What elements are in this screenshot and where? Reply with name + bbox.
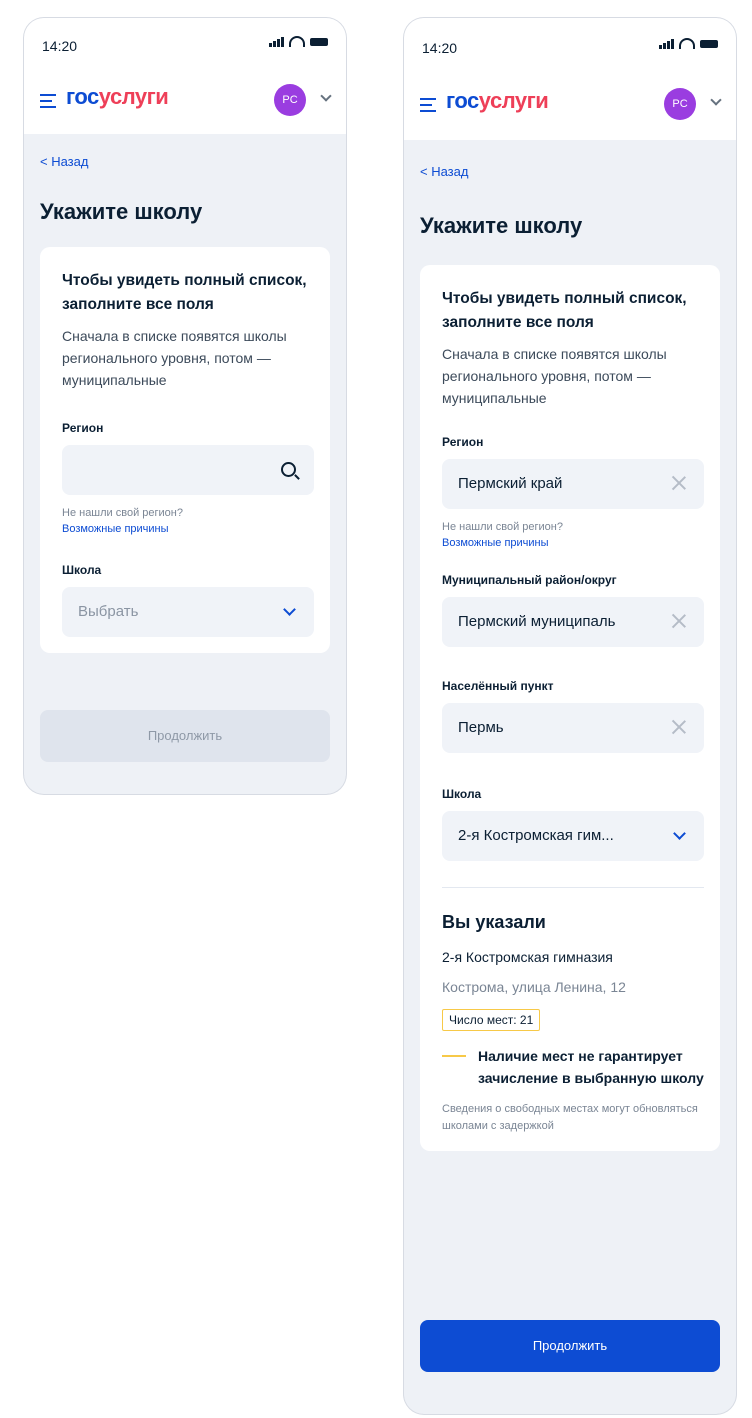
avatar[interactable]: PC bbox=[664, 88, 696, 120]
form-card: Чтобы увидеть полный список, заполните в… bbox=[40, 247, 330, 653]
page-title: Укажите школу bbox=[40, 199, 203, 224]
school-label: Школа bbox=[62, 563, 102, 577]
clear-icon[interactable] bbox=[670, 612, 688, 630]
menu-icon[interactable] bbox=[420, 98, 436, 116]
chevron-down-icon[interactable] bbox=[710, 94, 722, 106]
page-title: Укажите школу bbox=[420, 213, 583, 238]
gosuslugi-logo[interactable]: госуслуги bbox=[446, 88, 549, 114]
possible-reasons-link[interactable]: Возможные причины bbox=[62, 523, 314, 535]
continue-button-disabled[interactable]: Продолжить bbox=[40, 710, 330, 762]
card-title: Чтобы увидеть полный список, заполните в… bbox=[62, 272, 307, 313]
region-label: Регион bbox=[62, 421, 104, 435]
divider bbox=[442, 887, 704, 888]
back-link[interactable]: < Назад bbox=[40, 154, 346, 169]
clear-icon[interactable] bbox=[670, 718, 688, 736]
chevron-down-icon[interactable] bbox=[673, 827, 686, 840]
gosuslugi-logo[interactable]: госуслуги bbox=[66, 84, 169, 110]
municipal-input[interactable]: Пермский муниципаль bbox=[442, 597, 704, 647]
card-subtitle: Сначала в списке появятся школы регионал… bbox=[442, 346, 667, 406]
top-bar: 14:20 госуслуги PC bbox=[404, 18, 736, 140]
wifi-icon bbox=[679, 38, 695, 49]
search-icon[interactable] bbox=[281, 462, 296, 477]
region-label: Регион bbox=[442, 435, 484, 449]
avatar[interactable]: PC bbox=[274, 84, 306, 116]
seats-note: Сведения о свободных местах могут обновл… bbox=[442, 1103, 698, 1132]
seats-badge: Число мест: 21 bbox=[442, 1009, 541, 1031]
region-hint: Не нашли свой регион? bbox=[442, 521, 563, 533]
phone-screen-empty: 14:20 госуслуги PC < Назад Укажите школу… bbox=[24, 18, 346, 794]
status-time: 14:20 bbox=[42, 38, 78, 54]
school-select[interactable]: Выбрать bbox=[62, 587, 314, 637]
signal-icon bbox=[659, 38, 674, 49]
possible-reasons-link[interactable]: Возможные причины bbox=[442, 537, 704, 549]
card-title: Чтобы увидеть полный список, заполните в… bbox=[442, 290, 687, 331]
menu-icon[interactable] bbox=[40, 94, 56, 112]
chevron-down-icon[interactable] bbox=[320, 90, 332, 102]
status-bar: 14:20 bbox=[24, 18, 346, 72]
card-subtitle: Сначала в списке появятся школы регионал… bbox=[62, 328, 287, 388]
locality-input[interactable]: Пермь bbox=[442, 703, 704, 753]
region-input[interactable]: Пермский край bbox=[442, 459, 704, 509]
locality-label: Населённый пункт bbox=[442, 679, 554, 693]
selected-school-address: Кострома, улица Ленина, 12 bbox=[442, 979, 626, 995]
region-hint: Не нашли свой регион? bbox=[62, 507, 183, 519]
continue-button[interactable]: Продолжить bbox=[420, 1320, 720, 1372]
app-header: госуслуги PC bbox=[24, 72, 346, 134]
signal-icon bbox=[269, 36, 284, 47]
top-bar: 14:20 госуслуги PC bbox=[24, 18, 346, 134]
clear-icon[interactable] bbox=[670, 474, 688, 492]
school-select[interactable]: 2-я Костромская гим... bbox=[442, 811, 704, 861]
municipal-label: Муниципальный район/округ bbox=[442, 573, 617, 587]
battery-icon bbox=[310, 37, 328, 46]
battery-icon bbox=[700, 39, 718, 48]
form-card: Чтобы увидеть полный список, заполните в… bbox=[420, 265, 720, 1151]
status-bar: 14:20 bbox=[404, 18, 736, 76]
back-link[interactable]: < Назад bbox=[420, 164, 736, 179]
region-search-input[interactable] bbox=[62, 445, 314, 495]
app-header: госуслуги PC bbox=[404, 76, 736, 140]
chevron-down-icon[interactable] bbox=[283, 603, 296, 616]
summary-title: Вы указали bbox=[442, 912, 546, 932]
wifi-icon bbox=[289, 36, 305, 47]
school-label: Школа bbox=[442, 787, 482, 801]
selected-school-name: 2-я Костромская гимназия bbox=[442, 949, 613, 965]
status-time: 14:20 bbox=[422, 40, 458, 56]
phone-screen-filled: 14:20 госуслуги PC < Назад Укажите школу… bbox=[404, 18, 736, 1414]
seats-warning: Наличие мест не гарантирует зачисление в… bbox=[442, 1045, 704, 1089]
